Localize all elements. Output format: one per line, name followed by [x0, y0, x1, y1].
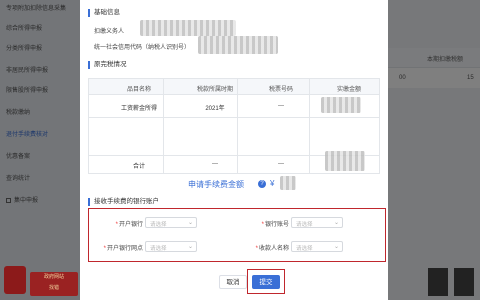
- bank-account-placeholder: 请选择: [296, 222, 313, 228]
- bank-account-label: *银行账号: [261, 222, 289, 228]
- bank-branch-placeholder: 请选择: [150, 246, 167, 252]
- total-label: 合计: [132, 164, 145, 170]
- fee-refund-dialog: 基础信息 扣缴义务人 统一社会信用代码（纳税人识别号） 原完税情况 品目名称 税…: [80, 0, 388, 300]
- cell-ticket: ---: [278, 103, 284, 109]
- gov-website-error-logo[interactable]: 政府网站 找错: [30, 272, 78, 296]
- redacted-total-amount: [325, 151, 365, 171]
- apply-amount-row: 申请手续费金额 ? ¥: [80, 176, 388, 191]
- open-bank-select[interactable]: 请选择 ⌄: [145, 217, 197, 228]
- credit-code-label: 统一社会信用代码（纳税人识别号）: [94, 45, 191, 51]
- total-ticket: ---: [278, 161, 284, 167]
- payee-name-label: *收款人名称: [255, 246, 289, 252]
- col-item: 品目名称: [126, 87, 151, 93]
- qr-code-icon: [454, 268, 474, 296]
- open-bank-placeholder: 请选择: [150, 222, 167, 228]
- redacted-apply-amount: [280, 176, 296, 190]
- redacted-amount: [321, 97, 361, 113]
- apply-amount-label: 申请手续费金额: [188, 180, 244, 189]
- tax-emblem-logo: [4, 266, 26, 294]
- total-period: ---: [212, 161, 218, 167]
- open-bank-label: *开户银行: [115, 222, 143, 228]
- withholding-agent-label: 扣缴义务人: [94, 29, 125, 35]
- tax-paid-table: 品目名称 税款所属时期 税票号码 实缴金额 工资薪金所得 2021年 --- 合…: [88, 78, 380, 174]
- section-tax-paid: 原完税情况: [88, 60, 127, 70]
- cell-item: 工资薪金所得: [120, 106, 157, 112]
- table-header: 品目名称 税款所属时期 税票号码 实缴金额: [89, 79, 379, 95]
- section-basic-info: 基础信息: [88, 8, 120, 18]
- qr-code-icon: [428, 268, 448, 296]
- section-bank-account: 接收手续费的银行账户: [88, 197, 159, 207]
- payee-name-placeholder: 请选择: [296, 246, 313, 252]
- chevron-down-icon: ⌄: [333, 220, 339, 226]
- bank-account-highlight: *开户银行 请选择 ⌄ *银行账号 请选择 ⌄ *开户银行网点 请选择 ⌄ *收…: [88, 208, 386, 262]
- col-period: 税款所属时期: [196, 87, 233, 93]
- payee-name-select[interactable]: 请选择 ⌄: [291, 241, 343, 252]
- redacted-credit-code: [198, 36, 278, 54]
- chevron-down-icon: ⌄: [187, 244, 193, 250]
- cancel-button[interactable]: 取消: [219, 275, 247, 289]
- cell-period: 2021年: [205, 106, 225, 112]
- bank-branch-label: *开户银行网点: [103, 246, 143, 252]
- col-ticket: 税票号码: [268, 87, 293, 93]
- redacted-agent-name: [140, 20, 236, 36]
- apply-amount-value: ¥: [270, 179, 275, 188]
- logo-line1: 政府网站: [43, 274, 64, 280]
- chevron-down-icon: ⌄: [333, 244, 339, 250]
- bank-branch-select[interactable]: 请选择 ⌄: [145, 241, 197, 252]
- submit-button[interactable]: 提交: [252, 275, 280, 289]
- bank-account-select[interactable]: 请选择 ⌄: [291, 217, 343, 228]
- chevron-down-icon: ⌄: [187, 220, 193, 226]
- logo-line2: 找错: [48, 285, 59, 291]
- col-amount: 实缴金额: [336, 87, 361, 93]
- help-icon[interactable]: ?: [258, 180, 266, 188]
